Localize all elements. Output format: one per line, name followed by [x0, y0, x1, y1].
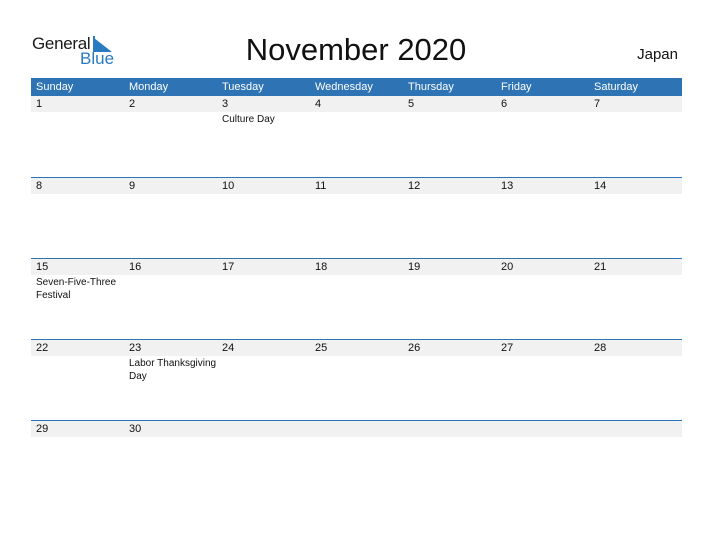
calendar-grid: Sunday Monday Tuesday Wednesday Thursday…	[31, 78, 682, 501]
event-row: Culture Day	[31, 112, 682, 126]
holiday-label	[310, 437, 403, 438]
weekday-header: Sunday Monday Tuesday Wednesday Thursday…	[31, 78, 682, 96]
day-number-row: 22 23 24 25 26 27 28	[31, 340, 682, 356]
day-number: 11	[315, 180, 327, 192]
holiday-label	[589, 275, 682, 302]
holiday-label	[496, 356, 589, 383]
holiday-label	[124, 275, 217, 302]
day-number: 5	[408, 98, 415, 110]
day-number: 17	[222, 261, 235, 273]
day-number-row: 29 30	[31, 421, 682, 437]
holiday-label	[124, 437, 217, 438]
holiday-label	[496, 275, 589, 302]
day-number: 26	[408, 342, 421, 354]
event-row: Labor Thanksgiving Day	[31, 356, 682, 383]
day-number: 21	[594, 261, 607, 273]
week-row: 29 30	[31, 420, 682, 501]
day-number: 14	[594, 180, 607, 192]
day-number: 24	[222, 342, 235, 354]
holiday-label	[496, 194, 589, 195]
day-number	[496, 421, 589, 437]
day-number: 20	[501, 261, 514, 273]
day-number: 10	[222, 180, 235, 192]
weekday-sunday: Sunday	[36, 81, 74, 93]
day-number: 16	[129, 261, 142, 273]
holiday-label	[31, 356, 124, 383]
holiday-label: Culture Day	[222, 114, 275, 125]
holiday-label	[496, 437, 589, 438]
day-number: 22	[36, 342, 49, 354]
day-number: 1	[36, 98, 43, 110]
day-number: 9	[129, 180, 136, 192]
day-number	[589, 421, 682, 437]
holiday-label: Labor Thanksgiving Day	[129, 358, 217, 382]
holiday-label	[217, 356, 310, 383]
day-number	[217, 421, 310, 437]
day-number: 23	[129, 342, 142, 354]
day-number: 28	[594, 342, 607, 354]
weekday-saturday: Saturday	[594, 81, 639, 93]
day-number: 15	[36, 261, 49, 273]
day-number: 29	[36, 423, 49, 435]
week-row: 8 9 10 11 12 13 14	[31, 177, 682, 258]
holiday-label	[589, 356, 682, 383]
day-number: 8	[36, 180, 43, 192]
holiday-label	[403, 437, 496, 438]
holiday-label	[403, 275, 496, 302]
week-row: 1 2 3 4 5 6 7 Culture Day	[31, 96, 682, 177]
weekday-wednesday: Wednesday	[315, 81, 373, 93]
holiday-label	[589, 112, 682, 126]
holiday-label	[589, 194, 682, 195]
day-number: 4	[315, 98, 322, 110]
holiday-label	[124, 194, 217, 195]
holiday-label	[403, 194, 496, 195]
day-number	[310, 421, 403, 437]
holiday-label	[31, 112, 124, 126]
day-number: 3	[222, 98, 229, 110]
day-number-row: 1 2 3 4 5 6 7	[31, 96, 682, 112]
country-label: Japan	[637, 46, 678, 63]
day-number: 18	[315, 261, 328, 273]
holiday-label	[403, 112, 496, 126]
holiday-label	[403, 356, 496, 383]
day-number: 19	[408, 261, 421, 273]
day-number	[403, 421, 496, 437]
day-number: 27	[501, 342, 514, 354]
weekday-monday: Monday	[129, 81, 169, 93]
weekday-friday: Friday	[501, 81, 532, 93]
holiday-label	[310, 356, 403, 383]
day-number: 2	[129, 98, 136, 110]
page-title: November 2020	[245, 32, 467, 67]
holiday-label	[310, 194, 403, 195]
day-number: 6	[501, 98, 508, 110]
holiday-label	[31, 194, 124, 195]
holiday-label	[217, 275, 310, 302]
day-number: 25	[315, 342, 328, 354]
holiday-label	[217, 194, 310, 195]
day-number-row: 15 16 17 18 19 20 21	[31, 259, 682, 275]
day-number-row: 8 9 10 11 12 13 14	[31, 178, 682, 194]
event-row	[31, 437, 682, 438]
holiday-label	[589, 437, 682, 438]
week-row: 15 16 17 18 19 20 21 Seven-Five-Three Festival	[31, 258, 682, 339]
holiday-label	[310, 112, 403, 126]
holiday-label: Seven-Five-Three Festival	[36, 277, 117, 301]
day-number: 12	[408, 180, 421, 192]
day-number: 13	[501, 180, 514, 192]
week-row: 22 23 24 25 26 27 28 Labor Thanksgiving Day	[31, 339, 682, 420]
event-row	[31, 194, 682, 195]
holiday-label	[217, 437, 310, 438]
day-number: 30	[129, 423, 142, 435]
holiday-label	[310, 275, 403, 302]
weekday-tuesday: Tuesday	[222, 81, 264, 93]
holiday-label	[124, 112, 217, 126]
weekday-thursday: Thursday	[408, 81, 454, 93]
holiday-label	[31, 437, 124, 438]
day-number: 7	[594, 98, 601, 110]
event-row: Seven-Five-Three Festival	[31, 275, 682, 302]
holiday-label	[496, 112, 589, 126]
